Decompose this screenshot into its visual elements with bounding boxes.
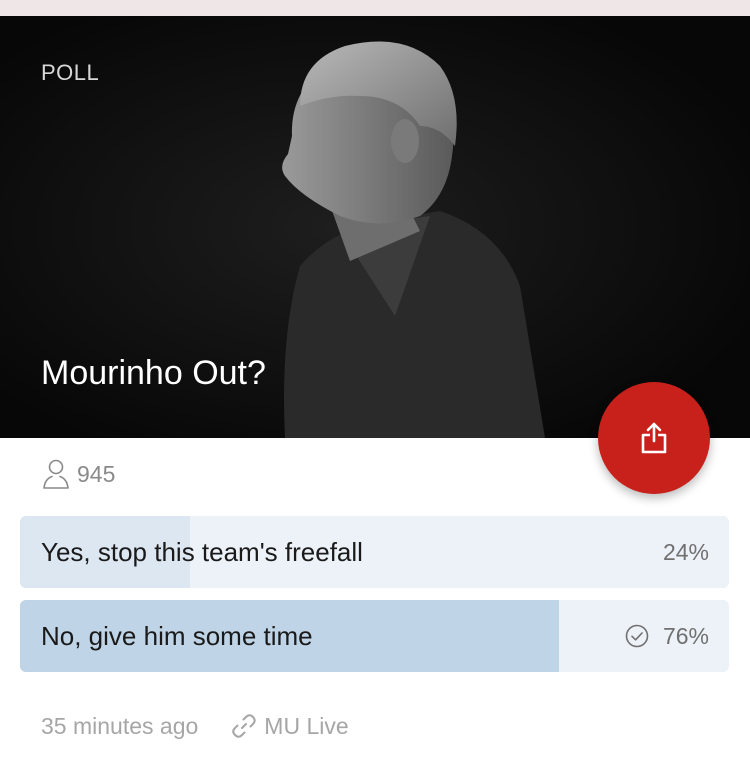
poll-option-yes[interactable]: Yes, stop this team's freefall 24% xyxy=(20,516,729,588)
share-icon xyxy=(641,422,667,454)
poll-title: Mourinho Out? xyxy=(41,354,266,392)
voter-count-value: 945 xyxy=(77,460,116,487)
poll-footer: 35 minutes ago MU Live xyxy=(41,712,349,740)
option-percent: 76% xyxy=(662,622,709,649)
option-label: Yes, stop this team's freefall xyxy=(41,537,363,567)
voter-count: 945 xyxy=(41,458,115,490)
poll-hero-image: POLL Mourinho Out? xyxy=(0,16,750,438)
check-circle-icon xyxy=(625,624,649,648)
link-icon xyxy=(232,714,257,738)
timestamp: 35 minutes ago xyxy=(41,712,199,739)
source-label: MU Live xyxy=(264,712,349,739)
top-strip xyxy=(0,0,750,16)
option-percent: 24% xyxy=(662,538,709,565)
source-link[interactable]: MU Live xyxy=(230,712,349,740)
user-icon xyxy=(43,459,69,489)
poll-tag: POLL xyxy=(41,60,100,85)
poll-option-no[interactable]: No, give him some time 76% xyxy=(20,600,729,672)
share-button[interactable] xyxy=(598,382,710,494)
option-label: No, give him some time xyxy=(41,621,313,651)
